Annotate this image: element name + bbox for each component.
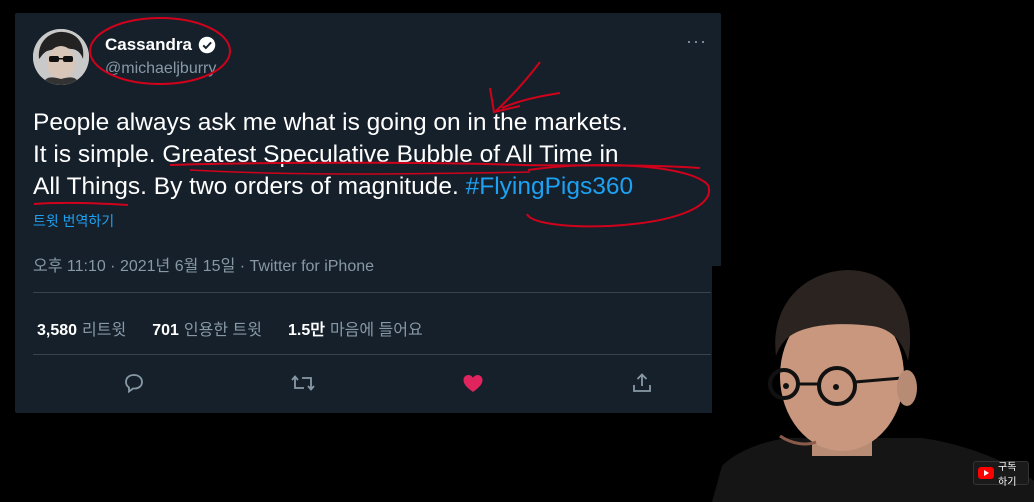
retweet-button[interactable]	[286, 368, 320, 398]
avatar[interactable]	[33, 29, 89, 85]
tweet-text-line-2a: It is simple.	[33, 141, 163, 168]
more-options-icon[interactable]: ···	[686, 31, 707, 52]
tweet-text: People always ask me what is going on in…	[33, 107, 713, 203]
author-name-row[interactable]: Cassandra	[105, 35, 216, 55]
quotes-stat[interactable]: 701 인용한 트윗	[152, 316, 262, 340]
divider	[33, 292, 711, 293]
share-button[interactable]	[625, 368, 659, 398]
like-button[interactable]	[456, 368, 490, 398]
video-frame: Cassandra @michaeljburry ··· People alwa…	[0, 0, 1034, 502]
quotes-count: 701	[152, 322, 179, 339]
youtube-logo-icon	[978, 467, 994, 479]
tweet-text-line-3b: . By two orders of magnitude.	[140, 173, 466, 200]
reply-button[interactable]	[117, 368, 151, 398]
quotes-label: 인용한 트윗	[183, 322, 262, 339]
retweets-stat[interactable]: 3,580 리트윗	[37, 316, 126, 340]
tweet-timestamp[interactable]: 오후 11:10 · 2021년 6월 15일 · Twitter for iP…	[33, 252, 374, 276]
likes-count: 1.5만	[287, 322, 325, 339]
retweet-icon	[291, 375, 315, 391]
share-icon	[633, 373, 651, 392]
tweet-actions	[33, 368, 711, 398]
tweet-text-line-2b: Greatest Speculative Bubble of All Time …	[162, 141, 619, 168]
retweets-label: 리트윗	[82, 322, 127, 339]
engagement-stats: 3,580 리트윗 701 인용한 트윗 1.5만 마음에 들어요	[37, 316, 423, 340]
tweet-card: Cassandra @michaeljburry ··· People alwa…	[15, 13, 721, 413]
likes-stat[interactable]: 1.5만 마음에 들어요	[288, 316, 423, 340]
reply-icon	[125, 374, 143, 394]
likes-label: 마음에 들어요	[329, 322, 423, 339]
display-name[interactable]: Cassandra	[105, 35, 192, 55]
subscribe-button[interactable]: 구독하기	[973, 461, 1029, 488]
author-handle[interactable]: @michaeljburry	[105, 60, 216, 78]
subscribe-label: 구독하기	[998, 462, 1017, 488]
tweet-text-line-1: People always ask me what is going on in…	[33, 109, 629, 136]
verified-badge-icon	[198, 36, 216, 54]
avatar-image	[33, 29, 89, 85]
translate-tweet-link[interactable]: 트윗 번역하기	[33, 211, 114, 231]
like-icon	[463, 375, 483, 392]
divider	[33, 354, 711, 355]
retweets-count: 3,580	[37, 322, 78, 339]
hashtag-link[interactable]: #FlyingPigs360	[466, 173, 634, 200]
tweet-text-line-3a: All Things	[33, 173, 141, 200]
